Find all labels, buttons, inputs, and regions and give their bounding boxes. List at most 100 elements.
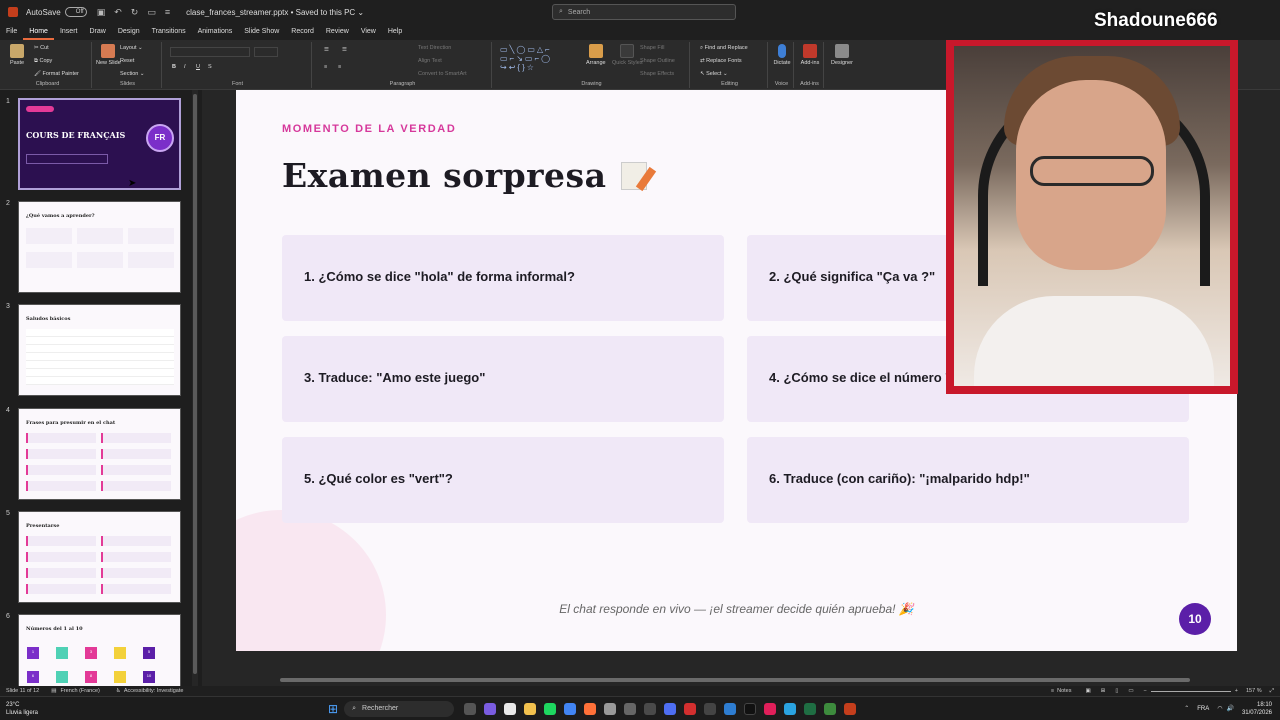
app-icon[interactable]	[624, 702, 637, 715]
powerpoint-icon[interactable]	[844, 702, 857, 715]
undo-icon[interactable]: ↶	[114, 7, 122, 18]
tab-slide-show[interactable]: Slide Show	[238, 24, 285, 40]
chrome-icon[interactable]	[564, 702, 577, 715]
windows-start-icon[interactable]: ⊞	[328, 702, 338, 716]
spellcheck-icon[interactable]: ▤	[51, 688, 56, 694]
document-title[interactable]: clase_frances_streamer.pptx • Saved to t…	[186, 8, 364, 17]
wifi-icon[interactable]: ◠	[1217, 705, 1222, 712]
smartart-button[interactable]: Convert to SmartArt	[418, 71, 467, 77]
minecraft-icon[interactable]	[824, 702, 837, 715]
capcut-icon[interactable]	[744, 702, 757, 715]
accessibility-status[interactable]: Accessibility: Investigate	[124, 688, 184, 694]
thumbnail-scrollbar-thumb[interactable]	[193, 94, 197, 674]
shape-outline-button[interactable]: Shape Outline	[640, 58, 675, 64]
shapes-gallery[interactable]: ▭╲◯▭△⌐ ▭⌐↘▭⌐◯ ↪↩{}☆	[500, 45, 574, 79]
search-box[interactable]: ⌕ Search	[552, 4, 736, 20]
tab-review[interactable]: Review	[320, 24, 355, 40]
text-direction-button[interactable]: Text Direction	[418, 45, 451, 51]
tab-transitions[interactable]: Transitions	[146, 24, 192, 40]
quick-styles-button[interactable]: Quick Styles	[612, 44, 643, 66]
tray-chevron-icon[interactable]: ⌃	[1184, 705, 1189, 712]
tiktok-icon[interactable]	[764, 702, 777, 715]
store-icon[interactable]	[504, 702, 517, 715]
reset-button[interactable]: Reset	[120, 58, 134, 64]
tab-insert[interactable]: Insert	[54, 24, 84, 40]
language-indicator[interactable]: FRA	[1197, 706, 1209, 712]
format-painter-button[interactable]: 🖌 Format Painter	[34, 71, 79, 77]
task-view-icon[interactable]	[464, 702, 477, 715]
copy-button[interactable]: ⧉ Copy	[34, 58, 52, 65]
tab-animations[interactable]: Animations	[192, 24, 239, 40]
present-icon[interactable]: ▭	[147, 7, 156, 18]
section-button[interactable]: Section ⌄	[120, 71, 145, 77]
copilot-icon[interactable]	[484, 702, 497, 715]
align-center-icon[interactable]: ≡	[338, 64, 341, 70]
shape-effects-button[interactable]: Shape Effects	[640, 71, 674, 77]
arrange-button[interactable]: Arrange	[586, 44, 606, 66]
thumbnail-slide-4[interactable]: Frases para presumir en el chat	[18, 408, 181, 500]
tab-record[interactable]: Record	[285, 24, 320, 40]
app-icon[interactable]	[724, 702, 737, 715]
thumbnail-slide-6[interactable]: Números del 1 al 10 1 3 5 6 8 10	[18, 614, 181, 686]
tab-view[interactable]: View	[355, 24, 382, 40]
question-card-3[interactable]: 3. Traduce: "Amo este juego"	[282, 336, 724, 422]
question-card-1[interactable]: 1. ¿Cómo se dice "hola" de forma informa…	[282, 235, 724, 321]
replace-fonts-button[interactable]: ⇄ Replace Fonts	[700, 58, 742, 64]
designer-button[interactable]: Designer	[828, 44, 856, 66]
clock[interactable]: 18:10 31/07/2026	[1242, 701, 1272, 717]
save-icon[interactable]: ▣	[97, 7, 106, 18]
thumbnail-scrollbar[interactable]	[192, 90, 198, 686]
addins-button[interactable]: Add-ins	[796, 44, 824, 66]
app-icon[interactable]	[704, 702, 717, 715]
question-card-5[interactable]: 5. ¿Qué color es "vert"?	[282, 437, 724, 523]
tab-design[interactable]: Design	[112, 24, 146, 40]
tab-file[interactable]: File	[0, 24, 23, 40]
numbering-icon[interactable]: ☰	[342, 47, 347, 53]
file-explorer-icon[interactable]	[524, 702, 537, 715]
language-status[interactable]: French (France)	[60, 688, 99, 694]
horizontal-scrollbar-thumb[interactable]	[280, 678, 1190, 682]
spotify-icon[interactable]	[544, 702, 557, 715]
app-icon[interactable]	[644, 702, 657, 715]
thumbnail-slide-3[interactable]: Saludos básicos	[18, 304, 181, 396]
find-replace-button[interactable]: ⌕ Find and Replace	[700, 45, 748, 52]
align-text-button[interactable]: Align Text	[418, 58, 442, 64]
tab-help[interactable]: Help	[382, 24, 408, 40]
thumbnail-slide-1[interactable]: COURS DE FRANÇAIS FR	[18, 98, 181, 190]
thumbnail-slide-2[interactable]: ¿Qué vamos a aprender?	[18, 201, 181, 293]
zoom-in-icon[interactable]: +	[1235, 688, 1238, 694]
autosave-toggle[interactable]: Off	[64, 7, 87, 17]
italic-button[interactable]: I	[184, 64, 186, 70]
zoom-out-icon[interactable]: −	[1144, 688, 1147, 694]
notes-button[interactable]: Notes	[1057, 688, 1071, 694]
taskbar-search[interactable]: ⌕ Rechercher	[344, 700, 455, 717]
slide-title[interactable]: Examen sorpresa	[282, 156, 647, 195]
paste-button[interactable]: Paste	[10, 44, 24, 66]
font-name-box[interactable]	[170, 47, 250, 57]
dictate-button[interactable]: Dictate	[770, 44, 794, 66]
weather-widget[interactable]: 23°C Lluvia ligera	[6, 701, 38, 717]
tab-home[interactable]: Home	[23, 24, 54, 40]
zoom-level[interactable]: 157 %	[1246, 688, 1262, 694]
shape-fill-button[interactable]: Shape Fill	[640, 45, 664, 51]
excel-icon[interactable]	[804, 702, 817, 715]
cut-button[interactable]: ✂ Cut	[34, 45, 49, 51]
reading-view-icon[interactable]: ▯	[1115, 688, 1118, 694]
font-size-box[interactable]	[254, 47, 278, 57]
normal-view-icon[interactable]: ▣	[1086, 688, 1091, 694]
redo-icon[interactable]: ↻	[131, 7, 139, 18]
horizontal-scrollbar[interactable]	[202, 676, 1280, 684]
telegram-icon[interactable]	[784, 702, 797, 715]
firefox-icon[interactable]	[584, 702, 597, 715]
bold-button[interactable]: B	[172, 64, 176, 70]
app-icon[interactable]	[684, 702, 697, 715]
tab-draw[interactable]: Draw	[83, 24, 111, 40]
select-button[interactable]: ↖ Select ⌄	[700, 71, 728, 77]
layout-button[interactable]: Layout ⌄	[120, 45, 143, 51]
align-left-icon[interactable]: ≡	[324, 64, 327, 70]
sorter-view-icon[interactable]: ⊞	[1101, 688, 1106, 694]
thumbnail-slide-5[interactable]: Presentarse	[18, 511, 181, 603]
bullets-icon[interactable]: ☰	[324, 47, 329, 53]
slideshow-view-icon[interactable]: ▭	[1128, 688, 1133, 694]
underline-button[interactable]: U	[196, 64, 200, 70]
